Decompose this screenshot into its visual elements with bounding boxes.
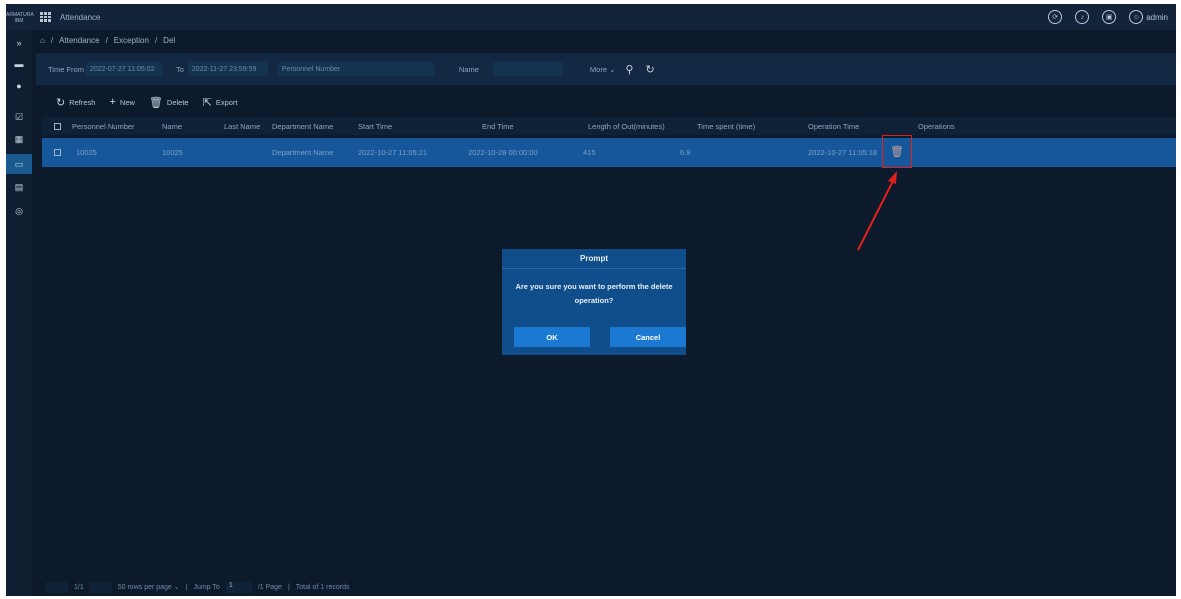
to-label: To — [175, 64, 184, 74]
sidebar-item-chart-icon[interactable]: ▦ — [14, 134, 24, 144]
page-indicator: 1/1 — [74, 583, 84, 591]
refresh-icon: ↻ — [56, 96, 66, 109]
bell-icon[interactable]: ♪ — [1075, 10, 1090, 24]
home-icon[interactable]: ⌂ — [40, 36, 45, 45]
row-checkbox[interactable] — [54, 138, 61, 167]
table-header: Personnel Number Name Last Name Departme… — [42, 117, 1176, 135]
sidebar-item-report-icon[interactable]: ▤ — [14, 182, 24, 192]
filter-bar: Time From 2022-07-27 11:05:02 To 2022-11… — [36, 53, 1176, 85]
dialog-buttons: OK Cancel — [514, 327, 686, 347]
table-row[interactable]: 10025 10025 Department Name 2022-10-27 1… — [42, 138, 1176, 167]
reset-icon[interactable]: ↻ — [645, 63, 654, 76]
breadcrumb-item-attendance[interactable]: Attendance — [59, 36, 99, 45]
export-button[interactable]: ⇱ Export — [203, 96, 238, 109]
breadcrumb-item-exception[interactable]: Exception — [114, 36, 149, 45]
refresh-button[interactable]: ↻ Refresh — [56, 96, 95, 109]
brand-logo: ARMATURA IBM — [6, 12, 34, 24]
user-icon: ☺ — [1129, 10, 1144, 24]
column-header: Operations — [918, 121, 955, 131]
name-label: Name — [458, 64, 479, 74]
row-delete-icon[interactable]: 🗑 — [882, 135, 912, 168]
export-icon: ⇱ — [202, 96, 212, 109]
dialog-title: Prompt — [502, 249, 686, 269]
expand-icon[interactable]: » — [14, 38, 24, 48]
table-cell: 6.9 — [680, 148, 691, 157]
name-input[interactable] — [492, 62, 563, 76]
column-header[interactable]: Length of Out(minutes) — [588, 117, 665, 135]
select-all-checkbox[interactable] — [54, 117, 61, 135]
lock-icon[interactable]: ▣ — [1102, 10, 1117, 24]
column-header[interactable]: Last Name — [224, 117, 260, 135]
dialog-message: Are you sure you want to perform the del… — [515, 282, 673, 305]
table-cell: 10025 — [162, 148, 183, 157]
search-icon[interactable]: ⚲ — [625, 63, 633, 76]
pagination: 1/1 50 rows per page ⌄ | Jump To 1 /1 Pa… — [46, 580, 349, 594]
column-header[interactable]: Operation Time — [808, 117, 859, 135]
user-menu[interactable]: ☺ admin — [1129, 10, 1168, 24]
sync-icon[interactable]: ⟳ — [1048, 10, 1063, 24]
table-cell: 415 — [583, 148, 596, 157]
time-from-input[interactable]: 2022-07-27 11:05:02 — [85, 62, 162, 76]
rows-per-page-select[interactable]: 50 rows per page ⌄ — [118, 583, 180, 591]
jump-to-input[interactable]: 1 — [225, 581, 252, 593]
ok-button[interactable]: OK — [514, 327, 590, 347]
toolbar: ↻ Refresh + New 🗑 Delete ⇱ Export — [56, 94, 238, 110]
apps-grid-icon[interactable] — [40, 12, 52, 22]
time-to-input[interactable]: 2022-11-27 23:59:59 — [187, 62, 268, 76]
breadcrumb: ⌂ / Attendance / Exception / Del — [40, 35, 176, 45]
column-header[interactable]: End Time — [482, 117, 514, 135]
next-page-button[interactable] — [89, 581, 112, 593]
table-cell: Department Name — [272, 148, 334, 157]
sidebar-item-exception-icon[interactable]: ▭ — [14, 159, 24, 169]
trash-icon: 🗑 — [148, 96, 163, 109]
table-cell: 2022-10-27 11:05:21 — [358, 148, 428, 157]
plus-icon: + — [109, 96, 116, 108]
top-right-actions: ⟳ ♪ ▣ ☺ admin — [1048, 10, 1168, 24]
first-page-button[interactable] — [46, 581, 68, 593]
sidebar-item-check-icon[interactable]: ☑ — [14, 112, 24, 122]
new-button[interactable]: + New — [109, 96, 134, 108]
column-header[interactable]: Department Name — [272, 117, 333, 135]
time-from-label: Time From — [48, 64, 84, 74]
sidebar: » ▬ ● ☑ ▦ ▭ ▤ ◎ — [6, 30, 32, 596]
username: admin — [1146, 12, 1168, 22]
sidebar-item-settings-icon[interactable]: ◎ — [14, 206, 24, 216]
sidebar-item-device-icon[interactable]: ▬ — [14, 59, 24, 69]
column-header[interactable]: Name — [162, 117, 182, 135]
breadcrumb-item-current: Del — [163, 35, 176, 45]
delete-button[interactable]: 🗑 Delete — [149, 96, 189, 109]
table-cell: 2022-10-27 11:05:18 — [808, 148, 878, 157]
jump-to-label: Jump To — [193, 583, 220, 591]
app-title: Attendance — [60, 12, 101, 22]
personnel-number-input[interactable]: Personnel Number — [277, 62, 434, 76]
total-records: Total of 1 records — [295, 583, 350, 591]
page-count: /1 Page — [257, 583, 282, 591]
column-header[interactable]: Start Time — [358, 117, 392, 135]
sidebar-item-info-icon[interactable]: ● — [14, 81, 24, 91]
column-header[interactable]: Personnel Number — [72, 117, 135, 135]
top-bar: ARMATURA IBM Attendance ⟳ ♪ ▣ ☺ admin — [6, 4, 1176, 30]
table-cell: 10025 — [76, 148, 97, 157]
table-cell: 2022-10-28 00:00:00 — [468, 148, 538, 157]
more-dropdown[interactable]: More ⌄ — [590, 65, 615, 74]
cancel-button[interactable]: Cancel — [610, 327, 686, 347]
confirm-dialog: Prompt Are you sure you want to perform … — [502, 249, 686, 355]
column-header[interactable]: Time spent (time) — [697, 117, 755, 135]
